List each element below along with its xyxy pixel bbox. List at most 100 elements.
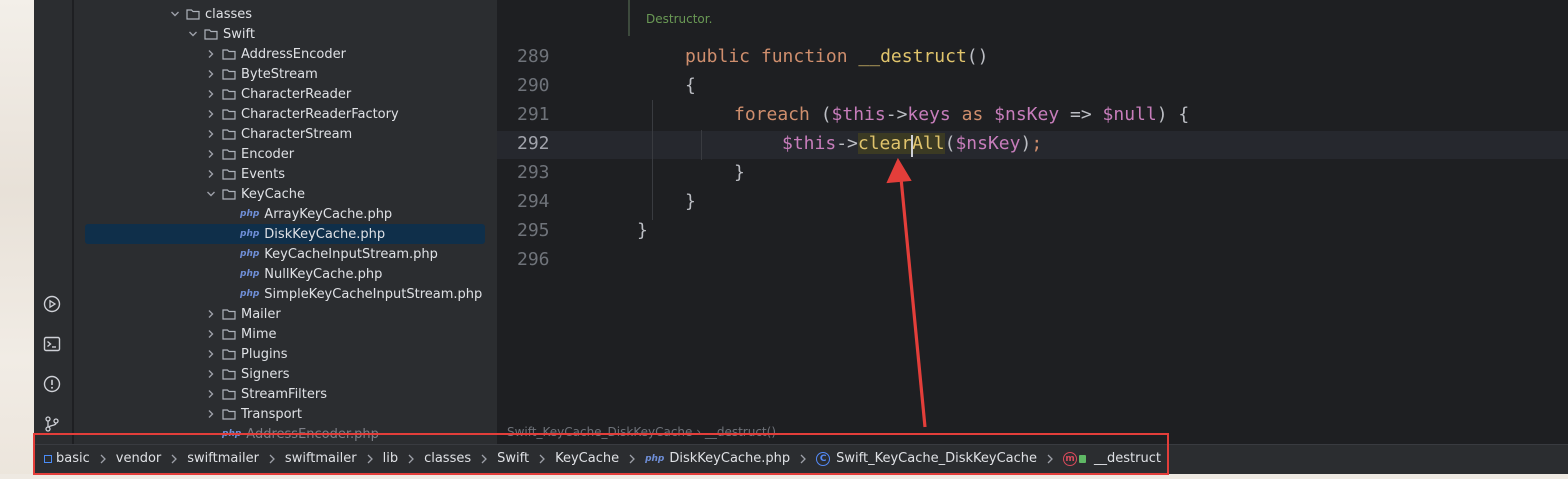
git-icon[interactable] [42, 414, 62, 434]
nav-crumb-label: basic [56, 451, 90, 466]
chevron-right-icon [407, 454, 415, 464]
tree-label: SimpleKeyCacheInputStream.php [264, 286, 483, 302]
tree-file[interactable]: php AddressEncoder.php [74, 424, 497, 444]
nav-crumb[interactable]: classes [424, 451, 471, 466]
nav-crumb[interactable]: swiftmailer [187, 451, 259, 466]
chevron-right-icon[interactable] [204, 347, 218, 361]
tree-folder[interactable]: KeyCache [74, 184, 497, 204]
method-icon: m [1063, 451, 1078, 466]
tree-label: Transport [241, 406, 303, 422]
folder-icon [222, 88, 236, 100]
tree-label: NullKeyCache.php [264, 266, 383, 282]
tree-folder[interactable]: Mailer [74, 304, 497, 324]
nav-crumb[interactable]: basic [44, 451, 90, 466]
nav-crumb-label: __destruct [1094, 451, 1161, 466]
tree-label: DiskKeyCache.php [264, 226, 386, 242]
code-editor[interactable]: Destructor. 289 290 291 292 293 294 295 … [497, 0, 1568, 444]
navigation-bar: basic vendor swiftmailer swiftmailer lib clas… [34, 444, 1568, 474]
tree-folder[interactable]: Events [74, 164, 497, 184]
chevron-right-icon[interactable] [204, 67, 218, 81]
tree-file[interactable]: php DiskKeyCache.php [85, 224, 485, 244]
folder-icon [222, 348, 236, 360]
nav-crumb-label: swiftmailer [284, 451, 357, 466]
chevron-right-icon[interactable] [204, 167, 218, 181]
tree-folder[interactable]: StreamFilters [74, 384, 497, 404]
module-icon [44, 454, 52, 463]
nav-crumb-class[interactable]: C Swift_KeyCache_DiskKeyCache [816, 451, 1037, 466]
operator: => [1059, 104, 1103, 125]
tree-file[interactable]: php ArrayKeyCache.php [74, 204, 497, 224]
nav-crumb[interactable]: lib [383, 451, 398, 466]
tree-folder[interactable]: ByteStream [74, 64, 497, 84]
chevron-right-icon[interactable] [204, 327, 218, 341]
tree-label: CharacterReader [241, 86, 352, 102]
keyword: as [950, 104, 995, 125]
php-file-icon: php [222, 429, 242, 439]
nav-breadcrumbs: basic vendor swiftmailer swiftmailer lib clas… [44, 451, 1161, 466]
chevron-right-icon [170, 454, 178, 464]
tree-folder[interactable]: Transport [74, 404, 497, 424]
nav-crumb-method[interactable]: m __destruct [1063, 451, 1161, 466]
chevron-right-icon[interactable] [204, 367, 218, 381]
folder-icon [186, 8, 200, 20]
editor-breadcrumb[interactable]: Swift_KeyCache_DiskKeyCache › __destruct… [507, 425, 776, 439]
variable: $nsKey [994, 104, 1060, 125]
chevron-right-icon[interactable] [204, 387, 218, 401]
nav-crumb[interactable]: vendor [116, 451, 161, 466]
tree-folder[interactable]: AddressEncoder [74, 44, 497, 64]
ide-window: classes Swift AddressEncoder ByteStream Char… [34, 0, 1568, 474]
chevron-right-icon [628, 454, 636, 464]
chevron-right-icon[interactable] [204, 87, 218, 101]
run-services-icon[interactable] [42, 294, 62, 314]
chevron-right-icon[interactable] [204, 307, 218, 321]
chevron-right-icon [366, 454, 374, 464]
terminal-icon[interactable] [42, 334, 62, 354]
php-file-icon: php [240, 249, 260, 259]
nav-crumb-label: classes [424, 451, 472, 466]
tree-folder[interactable]: Swift [74, 24, 497, 44]
tree-folder[interactable]: Plugins [74, 344, 497, 364]
parens: () [966, 46, 989, 67]
php-file-icon: php [240, 209, 260, 219]
nav-crumb-file[interactable]: php DiskKeyCache.php [645, 451, 790, 466]
chevron-down-icon[interactable] [204, 187, 218, 201]
chevron-down-icon[interactable] [186, 27, 200, 41]
nav-crumb[interactable]: Swift [497, 451, 529, 466]
tree-file[interactable]: php NullKeyCache.php [74, 264, 497, 284]
chevron-right-icon[interactable] [204, 147, 218, 161]
tree-folder[interactable]: classes [74, 4, 497, 24]
chevron-right-icon[interactable] [204, 127, 218, 141]
tree-folder[interactable]: CharacterStream [74, 124, 497, 144]
desktop-background [0, 0, 34, 479]
chevron-right-icon[interactable] [204, 107, 218, 121]
line-number: 290 [517, 75, 550, 96]
chevron-right-icon[interactable] [204, 407, 218, 421]
line-number-current: 292 [517, 133, 550, 154]
project-tree-panel: classes Swift AddressEncoder ByteStream Char… [74, 0, 497, 444]
chevron-right-icon [1046, 454, 1054, 464]
tree-folder[interactable]: Mime [74, 324, 497, 344]
tree-folder[interactable]: Encoder [74, 144, 497, 164]
tree-file[interactable]: php SimpleKeyCacheInputStream.php [74, 284, 497, 304]
line-number: 293 [517, 162, 550, 183]
keyword: foreach [734, 104, 810, 125]
chevron-down-icon[interactable] [168, 7, 182, 21]
nav-crumb[interactable]: swiftmailer [285, 451, 357, 466]
tree-label: AddressEncoder.php [246, 426, 379, 442]
folder-icon [222, 308, 236, 320]
tree-folder[interactable]: CharacterReader [74, 84, 497, 104]
punct: ; [1031, 133, 1043, 154]
tree-folder[interactable]: Signers [74, 364, 497, 384]
nav-crumb-label: Swift [497, 451, 530, 466]
problems-icon[interactable] [42, 374, 62, 394]
tree-folder[interactable]: CharacterReaderFactory [74, 104, 497, 124]
keyword: public [685, 46, 751, 67]
operator: -> [836, 133, 858, 154]
folder-icon [222, 328, 236, 340]
nav-crumb[interactable]: KeyCache [555, 451, 619, 466]
chevron-right-icon[interactable] [204, 47, 218, 61]
tree-file[interactable]: php KeyCacheInputStream.php [74, 244, 497, 264]
method-call: rAll [901, 133, 945, 154]
